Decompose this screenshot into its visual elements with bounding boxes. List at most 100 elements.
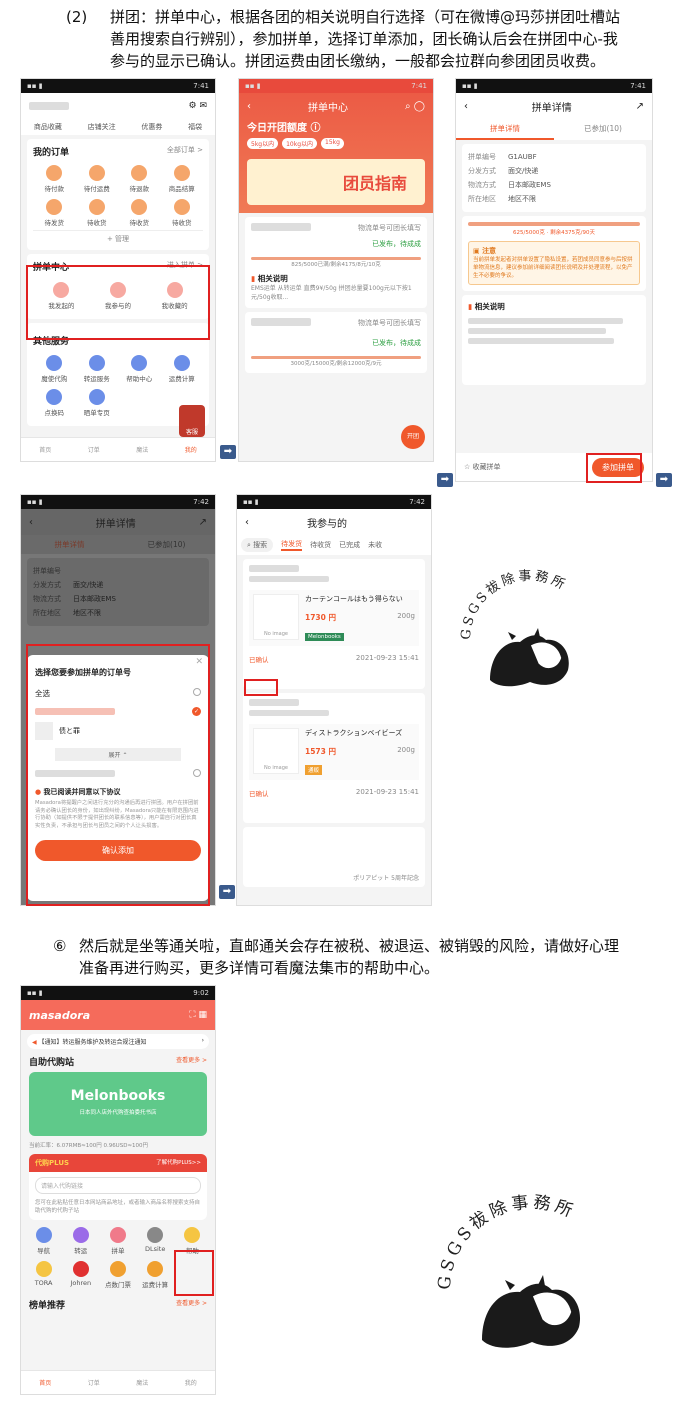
tab-mine[interactable]: 我的 xyxy=(185,1378,197,1387)
tab-to-receive[interactable]: 待收货 xyxy=(310,540,331,550)
group-listing[interactable]: 物流单号可团长填写 已发布，待成成 3000克/15000克/剩余12000克/… xyxy=(245,312,427,373)
next-arrow-icon: ➡ xyxy=(437,473,453,487)
tab-favorites[interactable]: 商品收藏 xyxy=(34,122,62,132)
self-service-header: 自助代购站 查看更多 > xyxy=(29,1055,207,1068)
manage-button[interactable]: + 管理 xyxy=(33,230,203,244)
tab-completed[interactable]: 已完成 xyxy=(339,540,360,550)
status-bar: ▪▪ ▮ 9:02 xyxy=(21,986,215,1000)
info-row: 所在地区 地区不限 xyxy=(468,195,536,203)
filter-bar: ⌕ 搜索 待发货 待收货 已完成 未收 xyxy=(237,535,431,555)
tab-lucky-bag[interactable]: 福袋 xyxy=(188,122,202,132)
tab-orders[interactable]: 订单 xyxy=(88,445,100,454)
chip[interactable]: 15kg xyxy=(321,138,344,149)
quota-title: 今日开团额度 ⓘ xyxy=(247,123,321,134)
service-item[interactable]: 转运服务 xyxy=(76,352,119,386)
tab-orders[interactable]: 订单 xyxy=(88,1378,100,1387)
member-guide-banner[interactable]: 团员指南 xyxy=(247,159,425,205)
back-icon[interactable]: ‹ xyxy=(29,517,33,528)
all-orders-link[interactable]: 全部订单 > xyxy=(167,145,203,158)
username-blurred xyxy=(29,102,69,110)
search-input[interactable]: ⌕ 搜索 xyxy=(241,538,274,552)
order-item[interactable]: 待退款 xyxy=(118,162,161,196)
tab-shop-follow[interactable]: 店铺关注 xyxy=(88,122,116,132)
search-icon: ⌕ xyxy=(247,541,251,549)
top-bar: ‹ 拼单详情 ↗ xyxy=(456,93,652,119)
order-item[interactable]: 待收货 xyxy=(161,196,204,230)
nav-title: 我参与的 xyxy=(307,518,347,530)
gear-icon[interactable]: ⚙ xyxy=(189,101,197,111)
service-item[interactable]: 晒单专页 xyxy=(76,386,119,420)
highlight-help xyxy=(174,1250,214,1296)
nav-icon-item[interactable]: DLsite xyxy=(137,1224,174,1258)
step6-line2: 准备再进行购买，更多详情可看魔法集市的帮助中心。 xyxy=(79,959,440,977)
ranking-header: 榜单推荐 查看更多 > xyxy=(29,1298,207,1311)
banner: ‹ 拼单中心 ⌕ ◯ 今日开团额度 ⓘ 5kg以内 10kg以内 15kg 团员… xyxy=(239,93,433,213)
nav-icon-item[interactable]: 点数门票 xyxy=(99,1258,136,1292)
service-item[interactable]: 魔使代购 xyxy=(33,352,76,386)
melonbooks-banner[interactable]: Melonbooks 日本同人店外代购查拍委托书店 xyxy=(29,1072,207,1136)
step2-line1: 拼团：拼单中心，根据各团的相关说明自行选择（可在微博@玛莎拼团吐槽站 xyxy=(110,8,621,26)
more-link[interactable]: 查看更多 > xyxy=(176,1298,207,1311)
nav-icon-item[interactable]: 导航 xyxy=(25,1224,62,1258)
order-card[interactable]: No image カーテンコールはもう得らない 1730 円 200g Melon… xyxy=(243,559,425,689)
purchase-link-input[interactable]: 请输入代购链接 xyxy=(35,1177,201,1194)
info-row: 拼单编号 G1AUBF xyxy=(468,153,537,161)
favorite-button[interactable]: ☆ 收藏拼单 xyxy=(464,462,501,472)
scan-icon[interactable]: ⛶ xyxy=(189,1010,195,1020)
nav-icon-item[interactable]: TORA xyxy=(25,1258,62,1292)
order-item[interactable]: 待发货 xyxy=(33,196,76,230)
tab-home[interactable]: 首页 xyxy=(39,445,51,454)
tab-mine[interactable]: 我的 xyxy=(185,445,197,454)
message-icon[interactable]: ✉ xyxy=(199,101,207,111)
nav-title: 拼单详情 xyxy=(531,102,572,114)
order-card[interactable]: No image ディストラクションベイビーズ 1573 円 200g 通贩 已确… xyxy=(243,693,425,823)
nav-icon-item[interactable]: Johren xyxy=(62,1258,99,1292)
tab-detail[interactable]: 拼单详情 xyxy=(21,535,118,554)
product-thumbnail: No image xyxy=(253,594,299,640)
chip[interactable]: 10kg以内 xyxy=(282,138,318,149)
highlight-modal xyxy=(26,644,210,906)
order-item[interactable]: 待付运费 xyxy=(76,162,119,196)
tab-to-ship[interactable]: 待发货 xyxy=(281,539,303,551)
tab-joined[interactable]: 已参加(10) xyxy=(554,119,652,140)
more-link[interactable]: 查看更多 > xyxy=(176,1055,207,1068)
back-icon[interactable]: ‹ xyxy=(464,101,468,112)
nav-icon-item[interactable]: 运费计算 xyxy=(137,1258,174,1292)
nav-icon-item[interactable]: 转运 xyxy=(62,1224,99,1258)
share-icon[interactable]: ↗ xyxy=(199,517,207,528)
start-group-button[interactable]: 开团 xyxy=(401,425,425,449)
grid-icon[interactable]: ▦ xyxy=(198,1010,207,1020)
service-item[interactable]: 点换码 xyxy=(33,386,76,420)
top-bar: ‹ 我参与的 xyxy=(237,509,431,535)
plus-link[interactable]: 了解代购PLUS>> xyxy=(156,1158,201,1168)
info-row: 物流方式 日本邮政EMS xyxy=(468,181,551,189)
back-icon[interactable]: ‹ xyxy=(247,101,251,112)
search-icon[interactable]: ⌕ ◯ xyxy=(405,101,425,112)
tab-magic[interactable]: 魔法 xyxy=(136,445,148,454)
tab-home[interactable]: 首页 xyxy=(39,1378,51,1387)
group-listing[interactable]: 物流单号可团长填写 已发布，待成成 825/5000已满/剩余4175/8元/1… xyxy=(245,217,427,308)
next-arrow-icon: ➡ xyxy=(656,473,672,487)
service-item[interactable]: 运费计算 xyxy=(161,352,204,386)
orders-title: 我的订单 xyxy=(33,148,70,158)
order-item[interactable]: 商品结算 xyxy=(161,162,204,196)
tab-joined[interactable]: 已参加(10) xyxy=(118,535,215,554)
chip[interactable]: 5kg以内 xyxy=(247,138,279,149)
tab-magic[interactable]: 魔法 xyxy=(136,1378,148,1387)
order-card[interactable]: ポリアピット 5周年記念 xyxy=(243,827,425,887)
screenshot-group-detail: ▪▪ ▮ 7:41 ‹ 拼单详情 ↗ 拼单详情 已参加(10) 拼单编号 G1AUB… xyxy=(455,78,653,482)
order-item[interactable]: 待付款 xyxy=(33,162,76,196)
tab-unreceived[interactable]: 未收 xyxy=(368,540,382,550)
help-mascot[interactable]: 客服 xyxy=(179,405,205,437)
order-item[interactable]: 待收货 xyxy=(76,196,119,230)
nav-icon-item[interactable]: 拼单 xyxy=(99,1224,136,1258)
highlight-group-center xyxy=(26,265,210,340)
notice-bar[interactable]: ◀ 【通知】转运服务维护及转运合规注通知 › xyxy=(27,1034,209,1049)
stamp-logo-icon: GSGS祓除事務所 xyxy=(435,1192,581,1348)
tab-coupons[interactable]: 优惠券 xyxy=(141,122,162,132)
tab-detail[interactable]: 拼单详情 xyxy=(456,119,554,140)
back-icon[interactable]: ‹ xyxy=(245,517,249,528)
share-icon[interactable]: ↗ xyxy=(636,101,644,112)
order-item[interactable]: 待收货 xyxy=(118,196,161,230)
service-item[interactable]: 帮助中心 xyxy=(118,352,161,386)
